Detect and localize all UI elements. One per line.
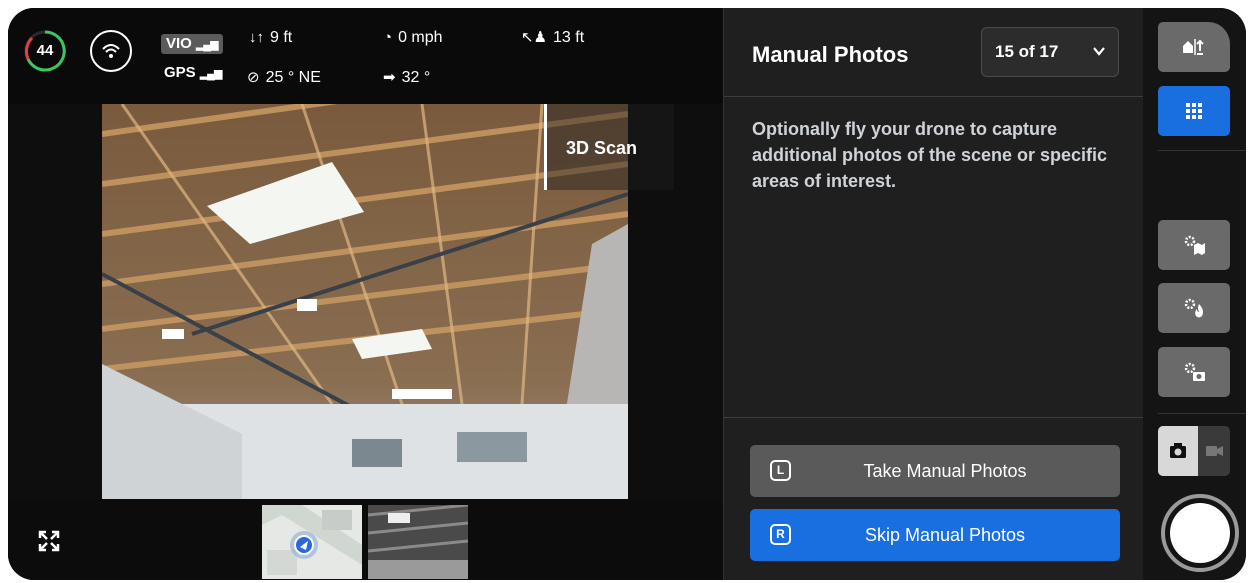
up-down-arrows-icon: ↓↑ [249,29,264,46]
distance: ↖♟ 13 ft [521,28,584,48]
speed: ◔ 0 mph [383,28,443,48]
grid-icon [1186,103,1202,119]
skip-manual-photos-button[interactable]: R Skip Manual Photos [750,509,1120,561]
grid-button[interactable] [1158,86,1230,136]
home-return-icon [1183,39,1204,55]
chevron-down-icon [1092,28,1106,95]
heading: ⊘ 25 ° NE [247,68,321,88]
thermal-settings-button[interactable] [1158,283,1230,333]
speed-value: 0 mph [398,29,443,46]
speedometer-icon: ◔ [383,29,393,46]
control-rail [1143,8,1246,580]
battery-indicator: 44 [24,30,66,72]
gimbal-value: 32 ° [401,69,431,86]
key-r-icon: R [770,524,791,545]
camera-gimbal-icon: ➡ [383,69,396,86]
step-value: 15 of 17 [995,42,1059,61]
rail-divider [1158,413,1246,414]
map-settings-button[interactable] [1158,220,1230,270]
heading-value: 25 ° NE [265,69,321,86]
home-return-button[interactable] [1158,22,1230,72]
shutter-button[interactable] [1161,494,1239,572]
rail-divider [1158,150,1246,151]
camera-icon [1170,443,1186,458]
camera-view: 44 VIO ▂▄▆ GPS ▂▄▆ ↓↑ 9 ft ⊘ 25 ° NE ◔ 0… [8,8,723,580]
video-icon[interactable] [1198,426,1230,476]
step-dropdown[interactable]: 15 of 17 [981,27,1119,77]
battery-percent: 44 [36,42,54,59]
settings-camera-icon [1184,362,1205,381]
gimbal-angle: ➡ 32 ° [383,68,430,88]
signal-icon: ▂▄▆ [199,68,223,80]
photo-mode-button[interactable] [1158,426,1198,476]
panel-divider [724,417,1144,418]
capture-mode-toggle[interactable] [1158,426,1230,476]
key-l-icon: L [770,460,791,481]
gps-label: GPS [164,64,196,81]
scan-mode-indicator [544,104,547,190]
shutter-inner [1170,503,1230,563]
compass-icon: ⊘ [247,69,260,86]
panel-description: Optionally fly your drone to capture add… [752,119,1108,191]
scan-mode-text: 3D Scan [566,138,638,158]
settings-map-icon [1184,235,1205,255]
camera-thumbnail[interactable] [368,505,468,579]
map-thumbnail[interactable] [262,505,362,579]
scan-mode-label: 3D Scan [544,104,674,190]
drone-distance-icon: ↖♟ [521,29,548,46]
skip-manual-photos-label: Skip Manual Photos [864,525,1026,545]
vertical-speed-value: 9 ft [270,29,293,46]
vio-status: VIO ▂▄▆ [161,34,223,54]
signal-icon: ▂▄▆ [195,39,219,51]
vertical-speed: ↓↑ 9 ft [249,28,292,48]
distance-value: 13 ft [553,29,585,46]
take-manual-photos-label: Take Manual Photos [863,461,1027,481]
take-manual-photos-button[interactable]: L Take Manual Photos [750,445,1120,497]
gps-status: GPS ▂▄▆ [164,64,223,83]
camera-settings-button[interactable] [1158,347,1230,397]
wifi-icon [102,44,120,58]
telemetry-bar: 44 VIO ▂▄▆ GPS ▂▄▆ ↓↑ 9 ft ⊘ 25 ° NE ◔ 0… [8,8,723,104]
wifi-status [90,30,132,72]
vio-label: VIO [166,35,192,52]
panel-divider [724,96,1144,97]
workflow-panel: Manual Photos 15 of 17 Optionally fly yo… [723,8,1144,580]
panel-title: Manual Photos [752,42,909,67]
settings-fire-icon [1184,298,1203,318]
camera-bottom-bar [8,499,723,580]
drone-app-screen: 44 VIO ▂▄▆ GPS ▂▄▆ ↓↑ 9 ft ⊘ 25 ° NE ◔ 0… [8,8,1246,580]
expand-icon[interactable] [38,530,60,552]
